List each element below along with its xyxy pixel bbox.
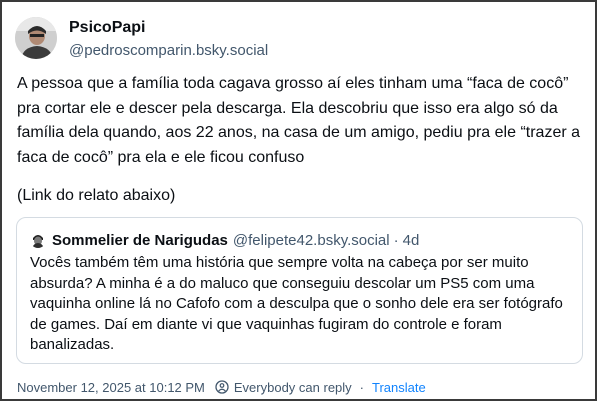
author-display-name[interactable]: PsicoPapi: [69, 19, 145, 37]
author-avatar[interactable]: [15, 17, 57, 59]
post-paragraph: (Link do relato abaixo): [17, 187, 176, 204]
quoted-post-time[interactable]: 4d: [403, 232, 420, 249]
post-card: PsicoPapi @pedroscomparin.bsky.social A …: [0, 0, 597, 401]
reply-audience-icon: [215, 380, 229, 394]
post-body: A pessoa que a família toda cagava gross…: [17, 72, 589, 209]
post-timestamp[interactable]: November 12, 2025 at 10:12 PM: [17, 380, 205, 395]
quoted-header-separator: ·: [393, 231, 399, 249]
quoted-author-name[interactable]: Sommelier de Narigudas: [52, 232, 228, 249]
footer-separator: ·: [359, 379, 365, 395]
reply-setting-label[interactable]: Everybody can reply: [234, 380, 352, 395]
quoted-post-text: Vocês também têm uma história que sempre…: [30, 254, 563, 353]
post-footer: November 12, 2025 at 10:12 PM Everybody …: [17, 378, 426, 396]
translate-link[interactable]: Translate: [372, 380, 426, 395]
author-handle[interactable]: @pedroscomparin.bsky.social: [69, 42, 268, 59]
quoted-post[interactable]: Sommelier de Narigudas @felipete42.bsky.…: [16, 217, 583, 364]
quoted-author-avatar[interactable]: [30, 232, 46, 248]
quoted-author-handle[interactable]: @felipete42.bsky.social: [233, 232, 390, 249]
quoted-post-header: Sommelier de Narigudas @felipete42.bsky.…: [30, 230, 419, 250]
post-paragraph: A pessoa que a família toda cagava gross…: [17, 75, 581, 166]
